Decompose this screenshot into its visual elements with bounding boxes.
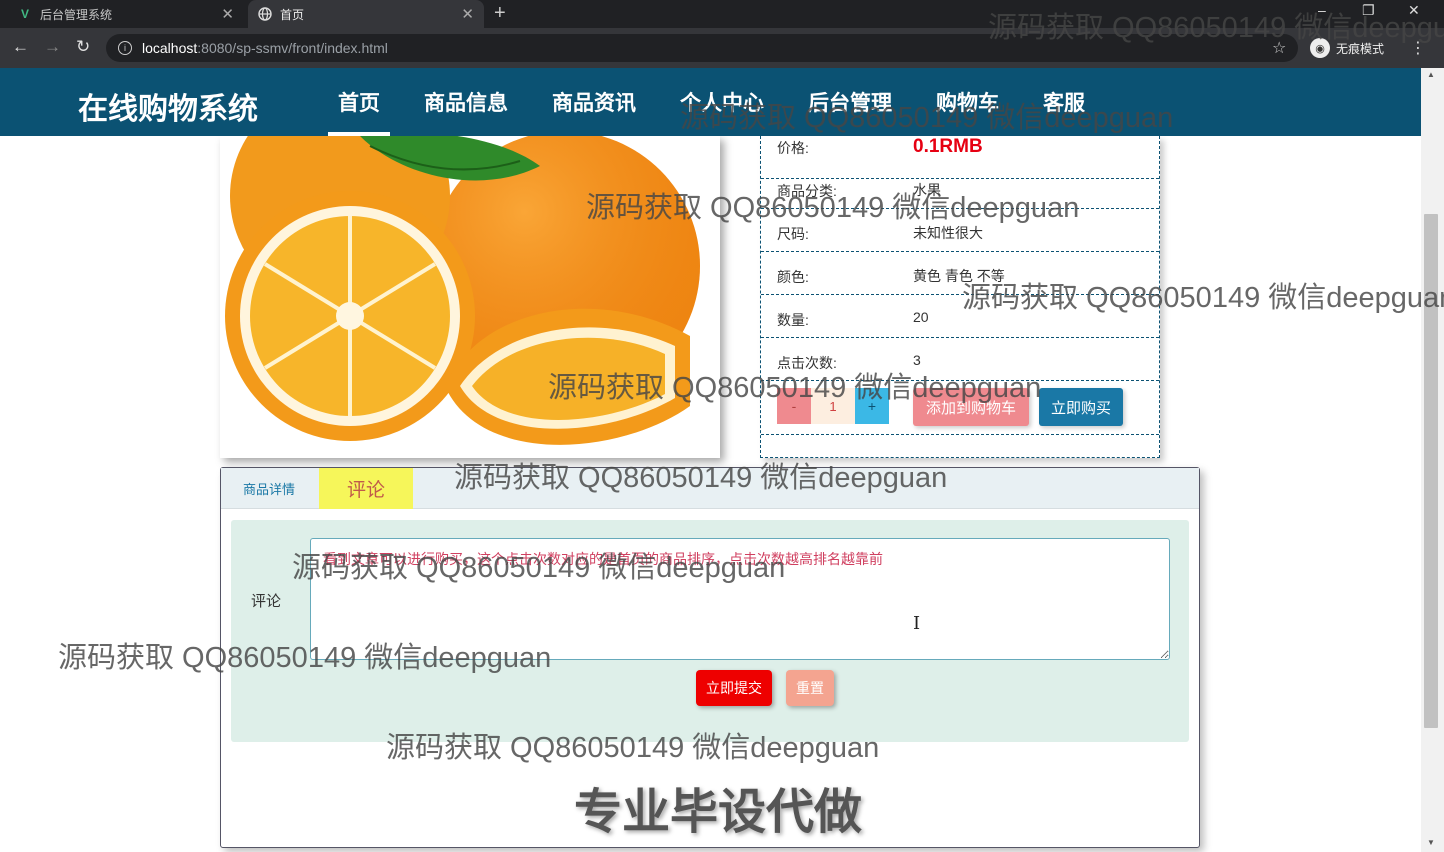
spec-row-clicks: 点击次数: 3 [761,338,1159,381]
add-to-cart-button[interactable]: 添加到购物车 [913,388,1029,426]
browser-tabbar: V 后台管理系统 ✕ 首页 ✕ + – ❐ ✕ [0,0,1444,28]
spec-value: 未知性很大 [913,225,983,241]
qty-plus-button[interactable]: + [855,388,889,424]
tab-label: 首页 [280,7,305,22]
forward-icon[interactable]: → [44,37,61,57]
scroll-up-icon[interactable]: ▲ [1427,70,1435,79]
vue-logo-icon: V [20,7,29,21]
nav-home[interactable]: 首页 [316,68,402,136]
panel-tabs: 商品详情 评论 [221,468,1199,509]
spec-value: 黄色 青色 不等 [913,268,1005,284]
browser-tab-admin[interactable]: V 后台管理系统 ✕ [8,0,244,28]
comment-label: 评论 [251,593,282,610]
close-icon[interactable]: ✕ [221,5,234,23]
nav-news[interactable]: 商品资讯 [530,68,658,136]
tab-comment[interactable]: 评论 [319,468,413,509]
reset-button[interactable]: 重置 [786,670,834,706]
url-host: localhost [142,40,198,56]
scroll-down-icon[interactable]: ▼ [1427,838,1435,847]
url-input[interactable]: i localhost:8080/sp-ssmv/front/index.htm… [106,34,1298,62]
spec-key: 数量: [777,312,809,328]
bookmark-star-icon[interactable]: ☆ [1272,38,1286,58]
window-close-icon[interactable]: ✕ [1408,2,1420,19]
quantity-stepper: - 1 + [777,388,889,424]
tab-label: 后台管理系统 [40,7,113,22]
spec-row-category: 商品分类: 水果 [761,166,1159,209]
close-icon[interactable]: ✕ [461,5,474,23]
watermark-big-text: 专业毕设代做 [574,786,863,839]
nav-admin[interactable]: 后台管理 [786,68,914,136]
minimize-icon[interactable]: – [1318,2,1326,18]
reload-icon[interactable]: ↻ [76,37,90,57]
address-bar-area: ← → ↻ i localhost:8080/sp-ssmv/front/ind… [0,28,1444,68]
spec-key: 价格: [777,140,809,156]
spec-row-color: 颜色: 黄色 青色 不等 [761,252,1159,295]
product-image [220,136,720,458]
site-brand[interactable]: 在线购物系统 [78,84,258,128]
comment-form: 评论 看到文章可以进行购买，这个点击次数对应的是首页的商品排序，点击次数越高排名… [231,520,1189,742]
nav-cart[interactable]: 购物车 [914,68,1021,136]
info-icon[interactable]: i [118,41,132,55]
incognito-icon: ◉ [1310,38,1330,58]
spec-value-price: 0.1RMB [913,136,983,157]
incognito-label: 无痕模式 [1336,41,1385,56]
site-header: 在线购物系统 首页 商品信息 商品资讯 个人中心 后台管理 购物车 客服 [0,68,1421,136]
restore-icon[interactable]: ❐ [1362,2,1375,19]
product-spec-table: 价格: 0.1RMB 商品分类: 水果 尺码: 未知性很大 颜色: 黄色 青色 … [760,136,1160,458]
nav-profile[interactable]: 个人中心 [658,68,786,136]
browser-menu-icon[interactable]: ⋮ [1410,38,1426,58]
buy-now-button[interactable]: 立即购买 [1039,388,1123,426]
scrollbar-thumb[interactable] [1424,214,1438,728]
spec-key: 尺码: [777,226,809,242]
spec-key: 商品分类: [777,183,837,199]
back-icon[interactable]: ← [12,37,29,57]
spec-value: 水果 [913,182,941,198]
text-cursor-icon: I [913,613,921,634]
globe-icon [258,7,272,21]
nav-products[interactable]: 商品信息 [402,68,530,136]
spec-value: 20 [913,309,929,325]
tab-product-detail[interactable]: 商品详情 [221,468,317,509]
browser-tab-home[interactable]: 首页 ✕ [248,0,484,28]
qty-input[interactable]: 1 [811,388,855,424]
main-nav: 首页 商品信息 商品资讯 个人中心 后台管理 购物车 客服 [316,68,1107,136]
comment-textarea[interactable]: 看到文章可以进行购买，这个点击次数对应的是首页的商品排序，点击次数越高排名越靠前 [310,538,1170,660]
spec-value: 3 [913,352,921,368]
spec-key: 点击次数: [777,355,837,371]
incognito-indicator[interactable]: ◉ 无痕模式 [1310,36,1385,60]
new-tab-icon[interactable]: + [494,2,506,25]
spec-row-quantity: 数量: 20 [761,295,1159,338]
url-path: :8080/sp-ssmv/front/index.html [197,40,388,56]
qty-minus-button[interactable]: - [777,388,811,424]
submit-button[interactable]: 立即提交 [696,670,772,706]
nav-service[interactable]: 客服 [1021,68,1107,136]
spec-key: 颜色: [777,269,809,285]
spec-row-size: 尺码: 未知性很大 [761,209,1159,252]
